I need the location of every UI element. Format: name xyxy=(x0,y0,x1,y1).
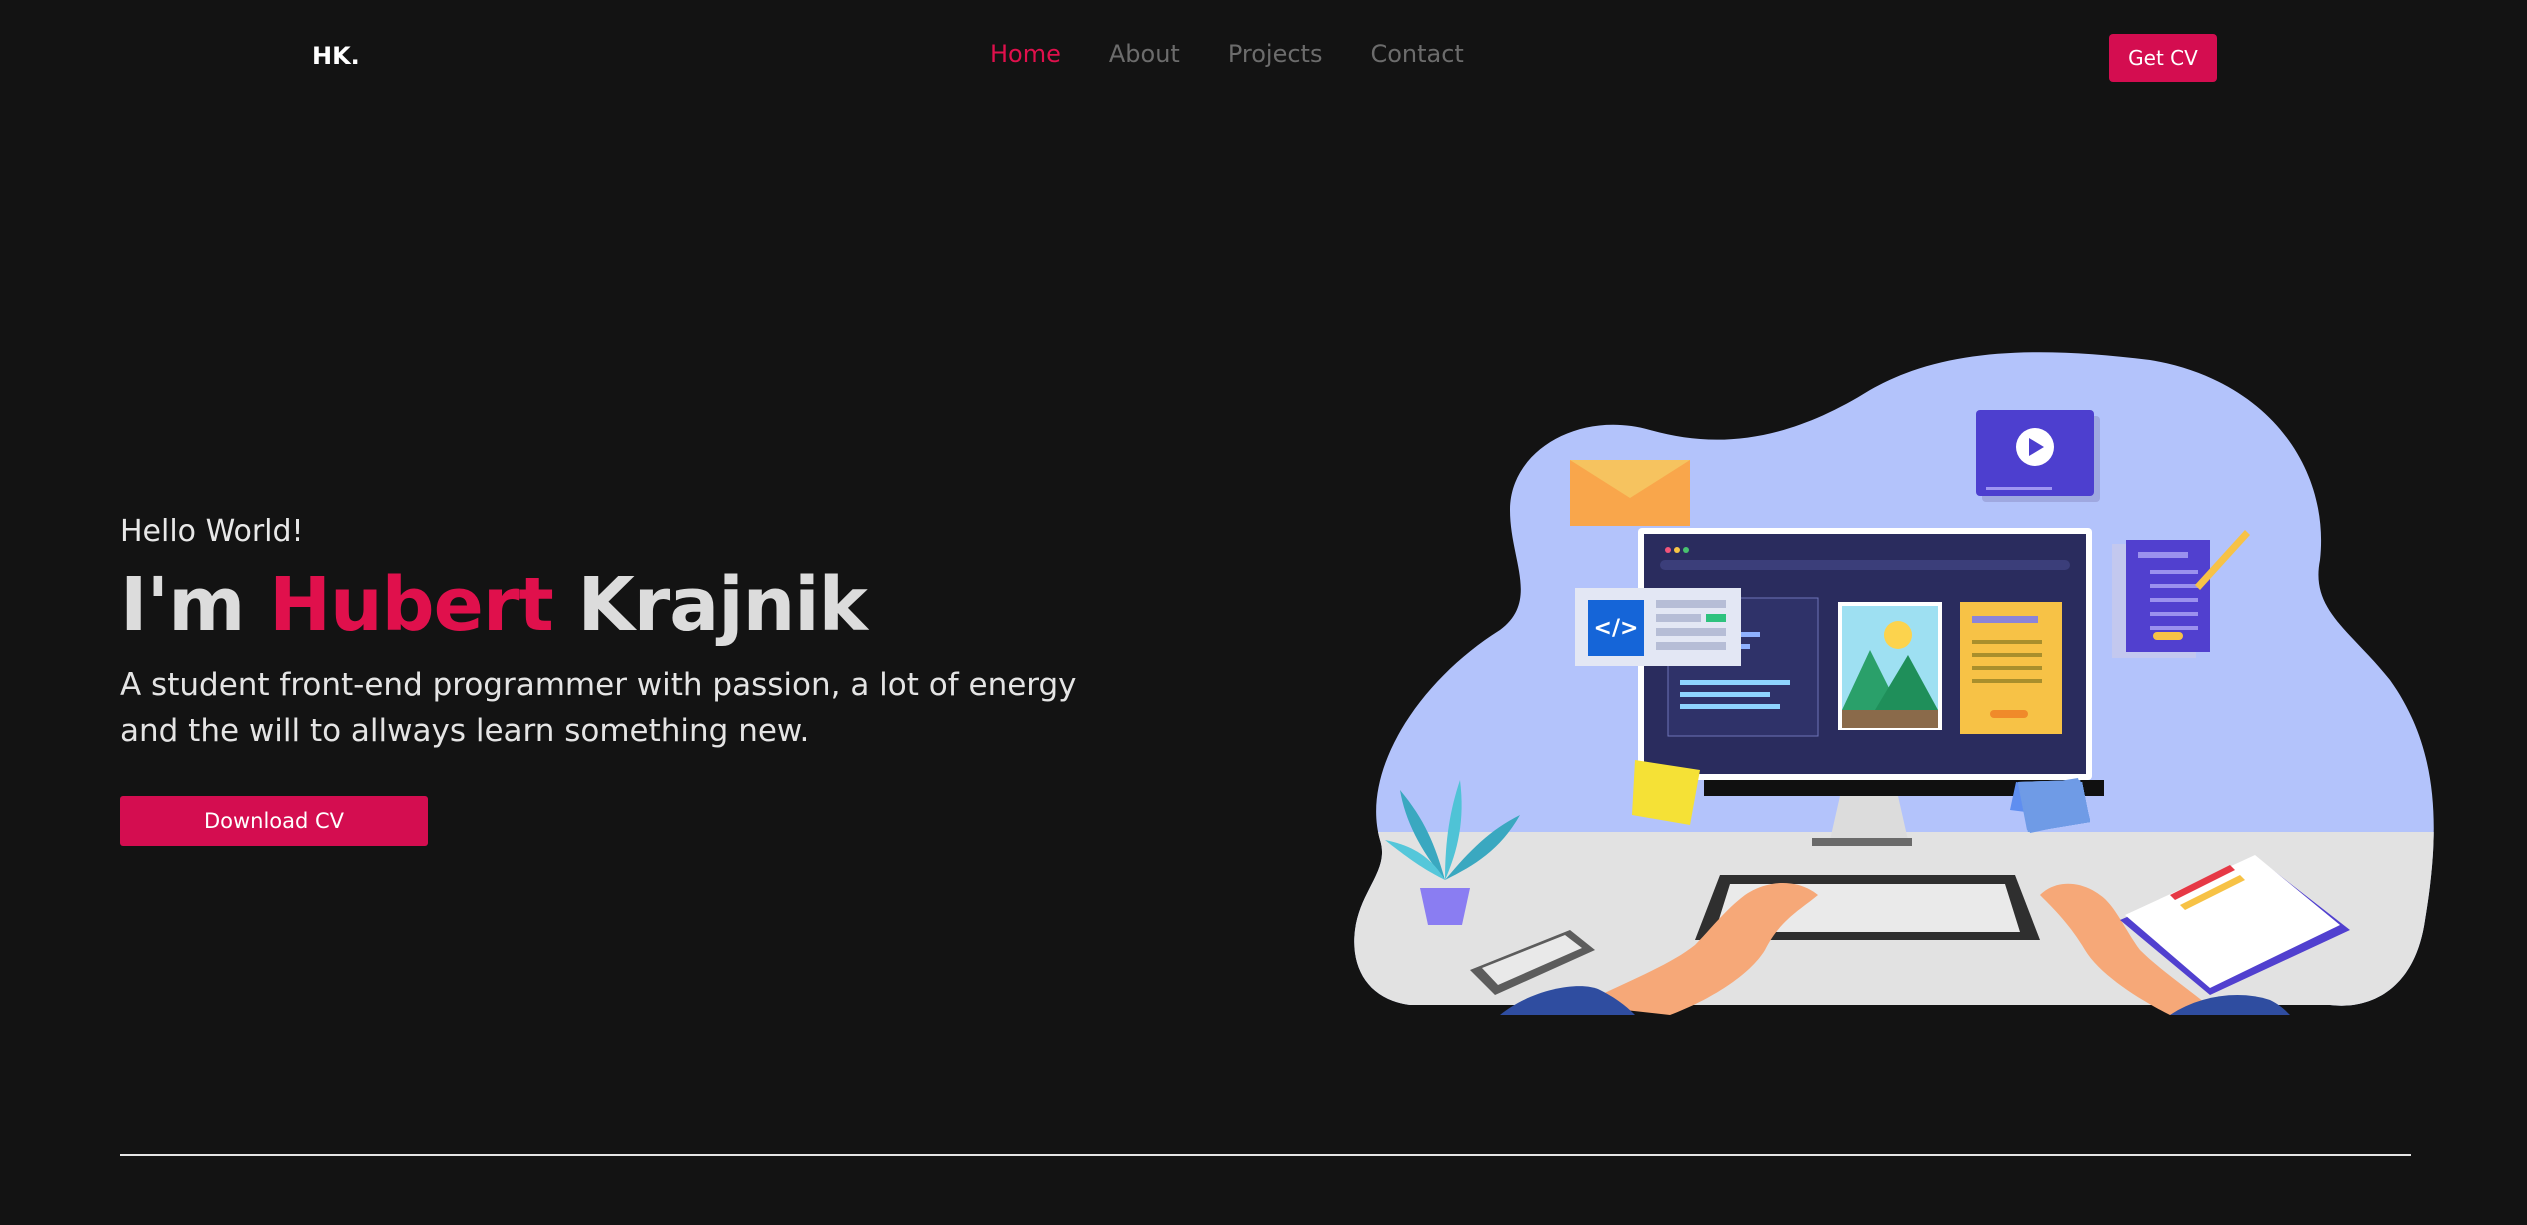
nav-item-about[interactable]: About xyxy=(1109,40,1180,68)
hero-title: I'm Hubert Krajnik xyxy=(120,562,868,648)
download-cv-button[interactable]: Download CV xyxy=(120,796,428,846)
hero-title-suffix: Krajnik xyxy=(552,562,867,648)
code-tag-label: </> xyxy=(1594,616,1639,641)
hero-greeting: Hello World! xyxy=(120,514,304,549)
site-logo[interactable]: HK. xyxy=(312,42,360,70)
section-divider xyxy=(120,1154,2411,1156)
hero-description: A student front-end programmer with pass… xyxy=(120,667,1077,749)
nav-item-home[interactable]: Home xyxy=(990,40,1061,68)
envelope-icon xyxy=(1570,460,1690,526)
get-cv-button[interactable]: Get CV xyxy=(2109,34,2217,82)
video-player-icon xyxy=(1976,410,2100,502)
nav-links: Home About Projects Contact xyxy=(990,40,1464,68)
nav-item-contact[interactable]: Contact xyxy=(1370,40,1463,68)
hero-title-highlight: Hubert xyxy=(269,562,554,648)
image-panel xyxy=(1838,602,1942,730)
text-card xyxy=(1960,602,2062,734)
hero-title-prefix: I'm xyxy=(120,562,270,648)
hero-illustration: </> xyxy=(1354,352,2434,1015)
code-window-icon: </> xyxy=(1575,588,1741,666)
nav-item-projects[interactable]: Projects xyxy=(1228,40,1323,68)
